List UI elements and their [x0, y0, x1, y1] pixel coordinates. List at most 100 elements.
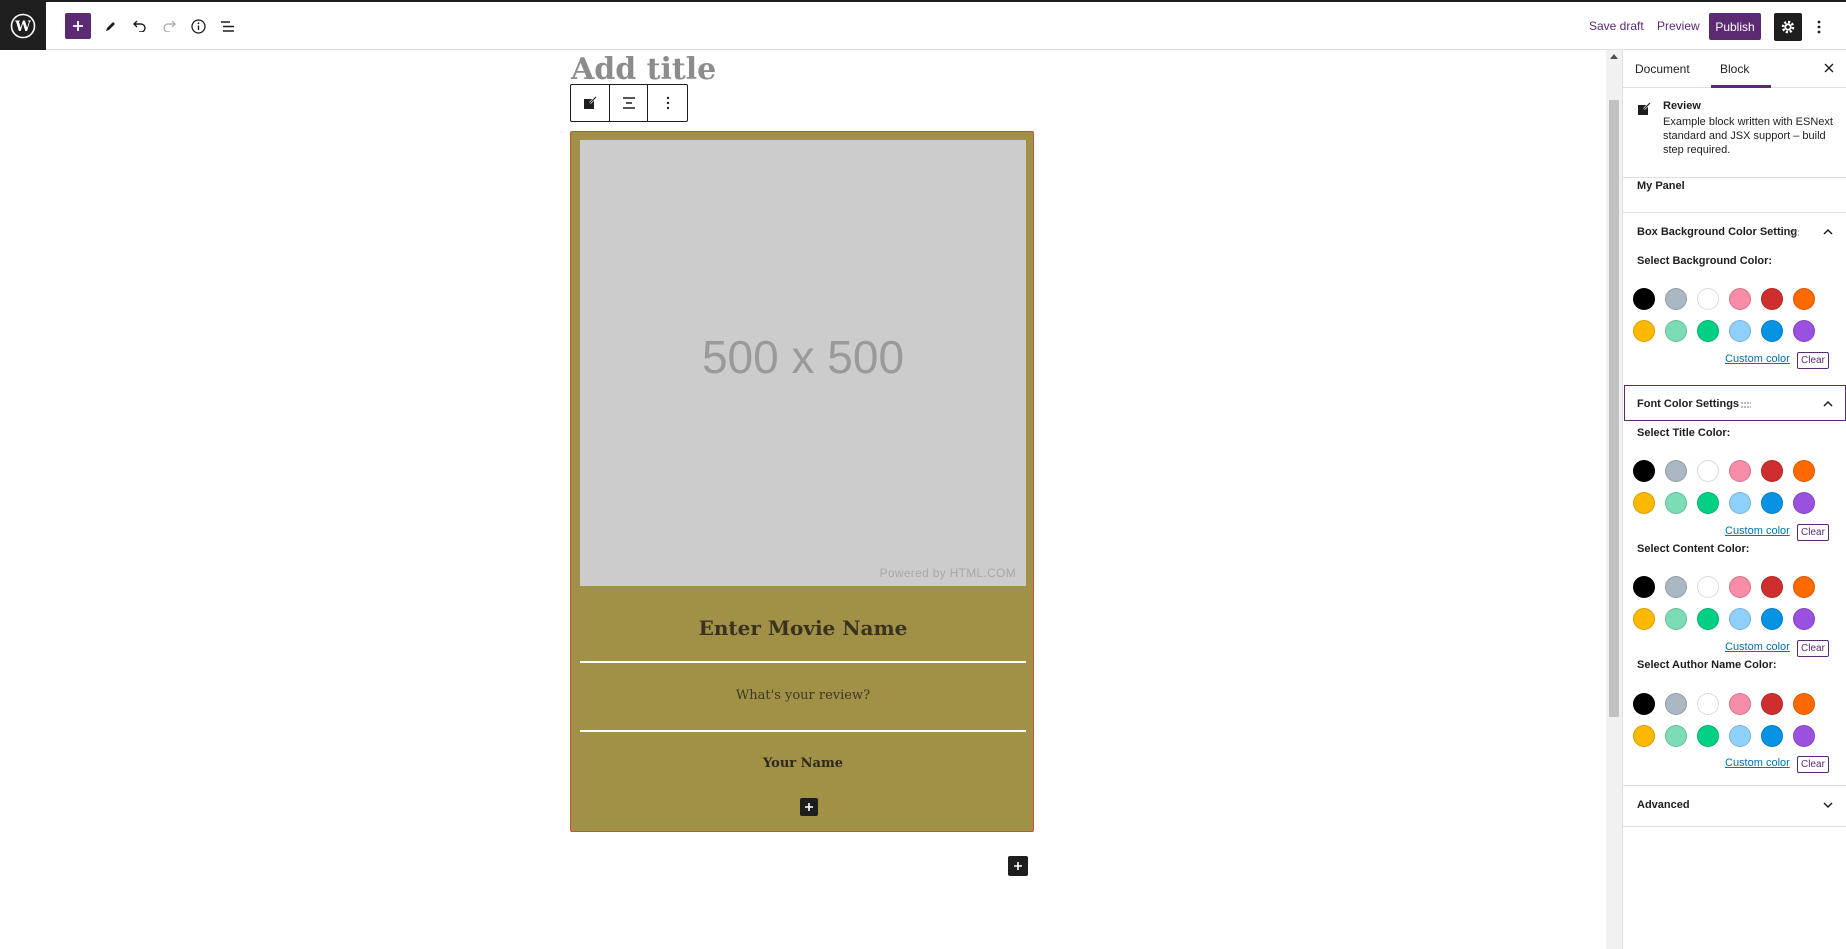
redo-button[interactable]	[156, 13, 182, 39]
tools-button[interactable]	[98, 13, 124, 39]
author-color-label: Select Author Name Color:	[1637, 659, 1777, 671]
color-swatch[interactable]	[1761, 320, 1783, 342]
list-view-button[interactable]	[214, 13, 240, 39]
block-card: Review Example block written with ESNext…	[1623, 88, 1846, 178]
publish-button[interactable]: Publish	[1709, 13, 1761, 40]
settings-sidebar: Document Block Review Example block writ…	[1622, 50, 1846, 949]
save-draft-button[interactable]: Save draft	[1589, 19, 1644, 33]
color-swatch[interactable]	[1761, 288, 1783, 310]
add-block-button[interactable]	[1008, 856, 1028, 876]
color-swatch[interactable]	[1697, 725, 1719, 747]
color-swatch[interactable]	[1697, 576, 1719, 598]
color-swatch[interactable]	[1633, 576, 1655, 598]
color-swatch[interactable]	[1633, 492, 1655, 514]
color-swatch[interactable]	[1761, 693, 1783, 715]
color-swatch[interactable]	[1729, 608, 1751, 630]
close-sidebar-button[interactable]	[1821, 60, 1837, 76]
color-swatch[interactable]	[1697, 608, 1719, 630]
title-clear-button[interactable]: Clear	[1797, 524, 1829, 541]
align-button[interactable]	[610, 85, 649, 121]
color-swatch[interactable]	[1697, 288, 1719, 310]
color-swatch[interactable]	[1793, 693, 1815, 715]
color-swatch[interactable]	[1729, 693, 1751, 715]
review-block[interactable]: 500 x 500 Powered by HTML.COM Enter Movi…	[570, 131, 1034, 832]
color-swatch[interactable]	[1793, 320, 1815, 342]
tab-block[interactable]: Block	[1720, 62, 1749, 76]
color-swatch[interactable]	[1665, 725, 1687, 747]
color-swatch[interactable]	[1761, 492, 1783, 514]
more-options-button[interactable]	[1812, 16, 1826, 38]
editor-scrollbar[interactable]	[1606, 50, 1622, 949]
color-swatch[interactable]	[1793, 608, 1815, 630]
color-swatch[interactable]	[1633, 320, 1655, 342]
color-swatch[interactable]	[1633, 460, 1655, 482]
undo-button[interactable]	[127, 13, 153, 39]
color-swatch[interactable]	[1665, 492, 1687, 514]
color-swatch[interactable]	[1793, 725, 1815, 747]
add-block-button[interactable]	[65, 13, 91, 39]
color-swatch[interactable]	[1729, 460, 1751, 482]
color-swatch[interactable]	[1665, 320, 1687, 342]
bg-color-label: Select Background Color:	[1637, 255, 1773, 267]
gear-icon	[1781, 20, 1795, 34]
tab-document[interactable]: Document	[1635, 62, 1690, 76]
advanced-panel-toggle[interactable]: Advanced	[1623, 785, 1846, 825]
color-swatch[interactable]	[1665, 608, 1687, 630]
author-custom-color-button[interactable]: Custom color	[1725, 757, 1790, 769]
content-custom-color-button[interactable]: Custom color	[1725, 641, 1790, 653]
color-swatch[interactable]	[1633, 608, 1655, 630]
color-swatch[interactable]	[1697, 492, 1719, 514]
review-content-input[interactable]: What's your review?	[580, 688, 1026, 703]
content-clear-button[interactable]: Clear	[1797, 640, 1829, 657]
bg-color-panel-toggle[interactable]: Box Background Color Setting	[1623, 212, 1846, 252]
color-swatch[interactable]	[1793, 576, 1815, 598]
pencil-icon	[106, 22, 115, 31]
color-swatch[interactable]	[1729, 576, 1751, 598]
color-swatch[interactable]	[1697, 460, 1719, 482]
movie-name-input[interactable]: Enter Movie Name	[580, 616, 1026, 640]
movie-poster-image[interactable]: 500 x 500 Powered by HTML.COM	[580, 140, 1026, 586]
color-swatch[interactable]	[1633, 693, 1655, 715]
color-swatch[interactable]	[1761, 608, 1783, 630]
more-vertical-icon	[666, 96, 669, 110]
scrollbar-thumb[interactable]	[1609, 100, 1619, 717]
scroll-up-arrow-icon[interactable]	[1610, 54, 1618, 59]
block-type-button[interactable]	[571, 85, 610, 121]
font-color-panel-toggle[interactable]: Font Color Settings	[1623, 383, 1846, 423]
color-swatch[interactable]	[1633, 288, 1655, 310]
author-name-input[interactable]: Your Name	[580, 756, 1026, 771]
advanced-panel-title: Advanced	[1637, 799, 1690, 811]
color-swatch[interactable]	[1793, 492, 1815, 514]
settings-button[interactable]	[1774, 13, 1802, 41]
color-swatch[interactable]	[1793, 460, 1815, 482]
block-more-button[interactable]	[648, 85, 687, 121]
block-card-title: Review	[1663, 100, 1701, 112]
drag-handle-icon	[1789, 230, 1799, 236]
color-swatch[interactable]	[1697, 320, 1719, 342]
preview-button[interactable]: Preview	[1657, 19, 1700, 33]
color-swatch[interactable]	[1633, 725, 1655, 747]
inner-add-block-button[interactable]	[800, 798, 818, 816]
color-swatch[interactable]	[1697, 693, 1719, 715]
color-swatch[interactable]	[1665, 693, 1687, 715]
edit-block-icon	[583, 96, 597, 109]
author-clear-button[interactable]: Clear	[1797, 756, 1829, 773]
bg-custom-color-button[interactable]: Custom color	[1725, 353, 1790, 365]
color-swatch[interactable]	[1665, 288, 1687, 310]
color-swatch[interactable]	[1729, 320, 1751, 342]
color-swatch[interactable]	[1761, 576, 1783, 598]
color-swatch[interactable]	[1729, 725, 1751, 747]
color-swatch[interactable]	[1761, 460, 1783, 482]
wordpress-icon[interactable]: W	[0, 0, 46, 51]
bg-clear-button[interactable]: Clear	[1797, 352, 1829, 369]
color-swatch[interactable]	[1729, 492, 1751, 514]
align-center-icon	[622, 97, 635, 109]
details-button[interactable]	[185, 13, 211, 39]
color-swatch[interactable]	[1729, 288, 1751, 310]
color-swatch[interactable]	[1761, 725, 1783, 747]
title-custom-color-button[interactable]: Custom color	[1725, 525, 1790, 537]
color-swatch[interactable]	[1665, 576, 1687, 598]
color-swatch[interactable]	[1793, 288, 1815, 310]
color-swatch[interactable]	[1665, 460, 1687, 482]
post-title-input[interactable]: Add title	[571, 52, 716, 87]
